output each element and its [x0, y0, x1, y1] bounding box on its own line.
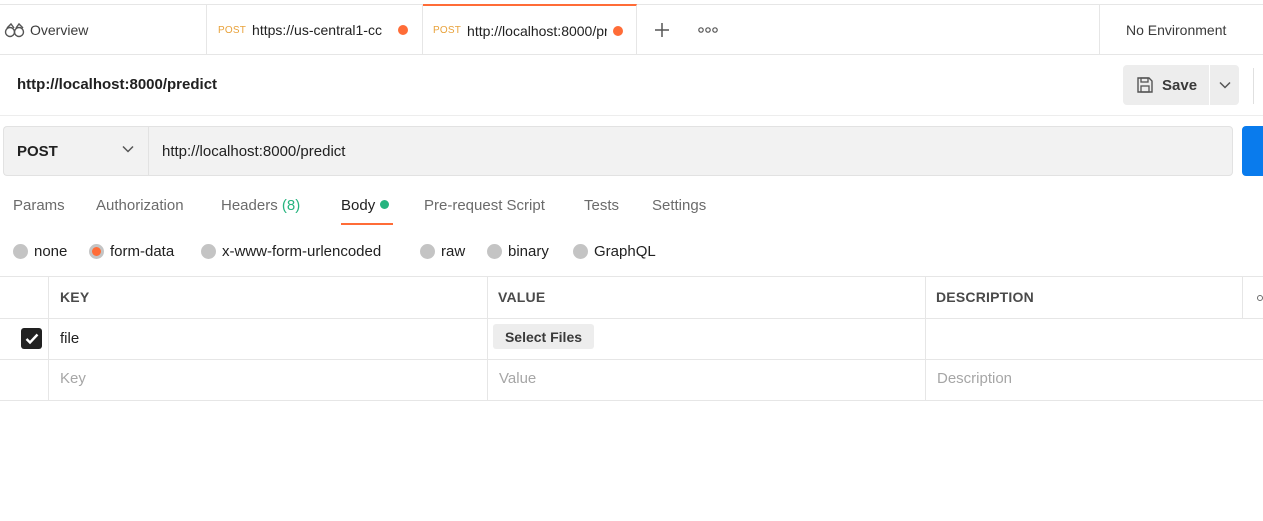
unsaved-dot-icon — [613, 25, 624, 36]
radio-none[interactable]: none — [13, 243, 67, 260]
radio-circle-selected — [89, 244, 104, 259]
chevron-down-icon — [122, 145, 134, 153]
save-icon — [1137, 77, 1153, 93]
environment-selector[interactable]: No Environment — [1099, 5, 1263, 55]
url-input[interactable] — [148, 126, 1233, 176]
column-divider — [48, 277, 49, 401]
overview-icon — [4, 22, 25, 38]
tab-tests[interactable]: Tests — [584, 197, 619, 214]
tab-settings[interactable]: Settings — [652, 197, 706, 214]
table-border — [0, 359, 1263, 360]
send-button[interactable] — [1242, 126, 1263, 176]
column-header-description: DESCRIPTION — [936, 289, 1034, 305]
tab-authorization[interactable]: Authorization — [96, 197, 184, 214]
table-border — [0, 276, 1263, 277]
radio-urlencoded[interactable]: x-www-form-urlencoded — [201, 243, 381, 260]
column-header-key: KEY — [60, 289, 90, 305]
ellipsis-icon — [698, 27, 718, 33]
tab-request-url: https://us-central1-cc — [252, 22, 382, 38]
save-options-button[interactable] — [1210, 65, 1239, 105]
radio-graphql[interactable]: GraphQL — [573, 243, 656, 260]
radio-label: none — [34, 243, 68, 260]
divider — [1253, 68, 1254, 104]
radio-circle — [13, 244, 28, 259]
radio-label: GraphQL — [594, 243, 656, 260]
row-key-field[interactable]: file — [60, 330, 79, 347]
tab-bar: Overview POST https://us-central1-cc POS… — [0, 4, 1263, 55]
tab-overview[interactable]: Overview — [0, 5, 207, 55]
radio-circle — [573, 244, 588, 259]
column-divider — [487, 277, 488, 401]
tab-headers-label: Headers — [221, 197, 278, 214]
tab-headers[interactable]: Headers (8) — [221, 197, 300, 214]
table-border — [0, 318, 1263, 319]
select-files-button[interactable]: Select Files — [493, 324, 594, 349]
tab-prerequest-script[interactable]: Pre-request Script — [424, 197, 545, 214]
tab-body-label: Body — [341, 197, 376, 214]
column-header-value: VALUE — [498, 289, 546, 305]
tab-request-2-active[interactable]: POST http://localhost:8000/predict — [423, 4, 637, 55]
radio-circle — [420, 244, 435, 259]
tab-overview-label: Overview — [30, 22, 89, 38]
radio-raw[interactable]: raw — [420, 243, 465, 260]
radio-circle — [201, 244, 216, 259]
column-options-icon[interactable] — [1257, 295, 1263, 301]
radio-form-data[interactable]: form-data — [89, 243, 174, 260]
plus-icon — [655, 23, 669, 37]
tab-body[interactable]: Body — [341, 197, 390, 214]
tab-method-badge: POST — [433, 25, 462, 36]
method-value: POST — [17, 142, 58, 160]
radio-label: raw — [441, 243, 466, 260]
unsaved-dot-icon — [398, 25, 409, 35]
column-divider — [925, 277, 926, 401]
tab-params[interactable]: Params — [13, 197, 65, 214]
checkmark-icon — [25, 333, 38, 344]
new-value-input[interactable]: Value — [499, 370, 536, 387]
radio-binary[interactable]: binary — [487, 243, 549, 260]
column-divider — [1242, 277, 1243, 319]
new-tab-button[interactable] — [648, 17, 676, 43]
request-title[interactable]: http://localhost:8000/predict — [17, 76, 217, 93]
tab-request-url: http://localhost:8000/predict — [467, 22, 607, 39]
row-enabled-checkbox[interactable] — [21, 328, 42, 349]
headers-count-badge: (8) — [281, 197, 301, 214]
table-border — [0, 400, 1263, 401]
radio-label: form-data — [110, 243, 175, 260]
divider — [0, 115, 1263, 116]
tab-request-1[interactable]: POST https://us-central1-cc — [207, 5, 423, 55]
radio-label: x-www-form-urlencoded — [222, 243, 382, 260]
tab-method-badge: POST — [218, 24, 247, 36]
method-select[interactable]: POST — [3, 126, 148, 176]
status-dot-icon — [380, 200, 390, 209]
new-description-input[interactable]: Description — [937, 370, 1012, 387]
save-button[interactable]: Save — [1123, 65, 1209, 105]
more-tabs-button[interactable] — [693, 17, 723, 43]
radio-label: binary — [508, 243, 549, 260]
chevron-down-icon — [1218, 81, 1231, 89]
new-key-input[interactable]: Key — [60, 370, 86, 387]
radio-circle — [487, 244, 502, 259]
save-label: Save — [1162, 76, 1198, 94]
active-tab-indicator — [341, 223, 393, 225]
